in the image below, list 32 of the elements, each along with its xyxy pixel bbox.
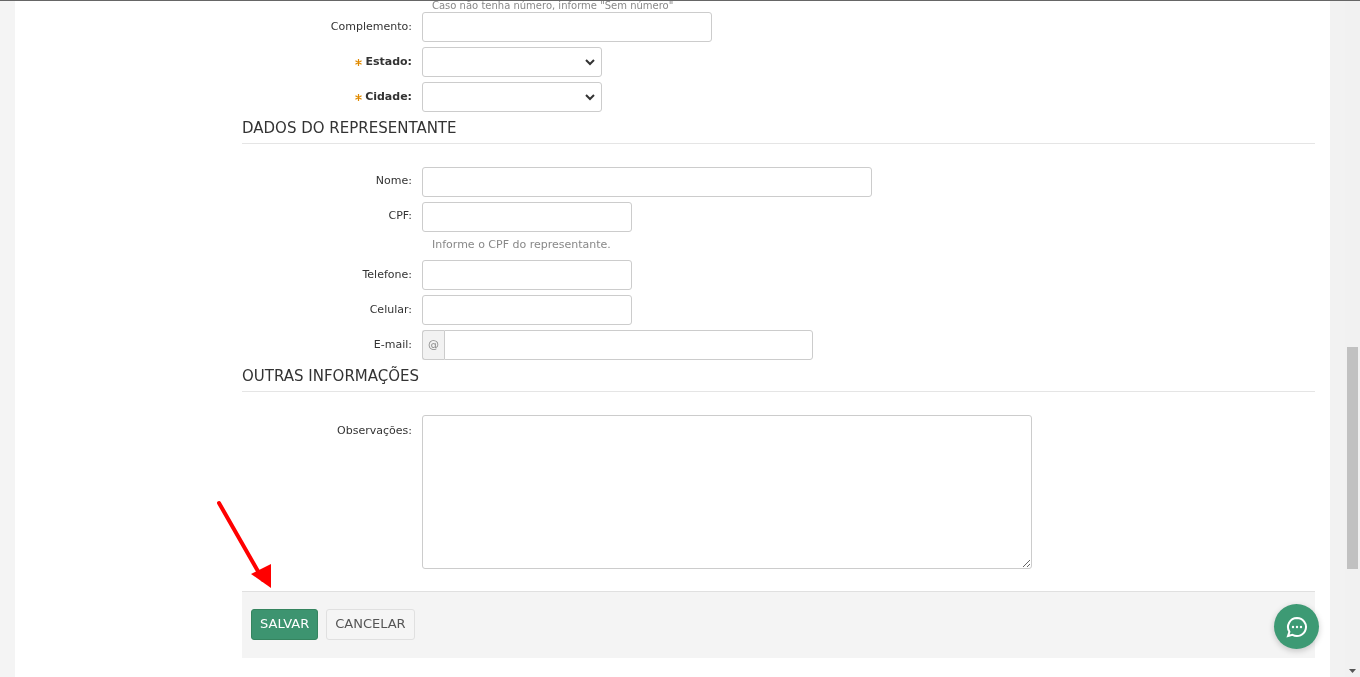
select-field[interactable] — [422, 47, 602, 77]
cancel-button[interactable]: CANCELAR — [326, 608, 415, 640]
at-sign-addon: @ — [422, 330, 444, 360]
chat-bubble-icon — [1285, 615, 1308, 638]
text-field[interactable] — [422, 201, 632, 232]
field-label[interactable]: Cidade: — [365, 88, 412, 106]
chevron-down-icon — [585, 59, 595, 66]
hint-text: Caso não tenha número, informe "Sem número" — [431, 1, 675, 12]
field-label[interactable]: Telefone: — [362, 266, 412, 284]
field-label[interactable]: Celular: — [369, 301, 412, 319]
scrollbar-thumb[interactable] — [1347, 347, 1358, 569]
field-label[interactable]: CPF: — [388, 208, 412, 225]
required-asterisk-icon — [355, 93, 363, 101]
field-label[interactable]: Estado: — [365, 53, 412, 71]
required-asterisk-icon — [355, 58, 363, 66]
chevron-down-icon — [585, 94, 595, 101]
field-label[interactable]: Nome: — [375, 173, 412, 190]
select-field[interactable] — [422, 82, 602, 112]
field-label[interactable]: Observações: — [337, 422, 412, 439]
section-heading: DADOS DO REPRESENTANTE — [242, 117, 1315, 144]
email-field[interactable] — [444, 330, 813, 360]
text-field[interactable] — [422, 295, 632, 325]
help-text: Informe o CPF do representante. — [431, 236, 612, 253]
section-heading: OUTRAS INFORMAÇÕES — [242, 365, 1315, 392]
observations-field[interactable] — [422, 414, 1032, 569]
scroll-down-arrow-icon[interactable] — [1349, 669, 1356, 673]
field-label[interactable]: E-mail: — [373, 336, 412, 354]
text-field[interactable] — [422, 166, 872, 197]
text-field[interactable] — [422, 260, 632, 290]
field-label[interactable]: Complemento: — [330, 18, 412, 36]
save-button[interactable]: SALVAR — [251, 608, 319, 640]
text-field[interactable] — [422, 12, 712, 42]
